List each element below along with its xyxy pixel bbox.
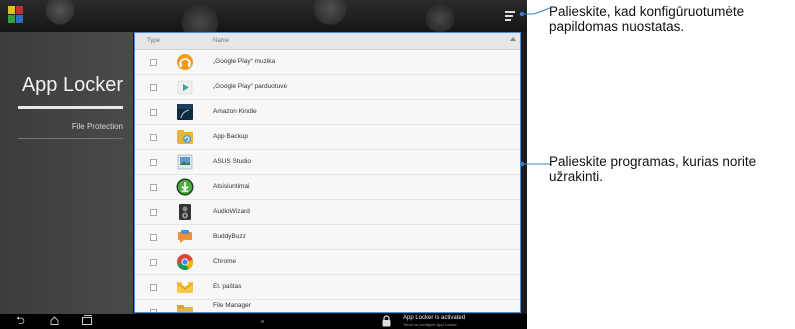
list-item[interactable]: „Google Play“ muzika — [135, 50, 520, 75]
sidebar-item-file-protection[interactable]: File Protection — [0, 122, 123, 131]
chrome-icon — [177, 254, 194, 270]
asus-studio-icon — [177, 154, 193, 170]
sort-arrow-icon[interactable] — [510, 37, 516, 41]
email-icon — [176, 280, 194, 293]
app-name: App Backup — [213, 133, 249, 140]
app-name: Amazon Kindle — [213, 108, 257, 115]
notification-title[interactable]: App Locker is activated — [403, 315, 465, 321]
list-item[interactable]: „Google Play“ parduotuvė — [135, 75, 520, 100]
back-icon[interactable]: ⮌ — [16, 314, 25, 329]
app-name: Chrome — [213, 258, 237, 265]
home-icon[interactable] — [50, 316, 59, 325]
lock-icon — [382, 315, 391, 327]
overflow-menu-icon[interactable] — [505, 11, 517, 21]
system-nav-bar: ⮌ App Locker is activated Touch to confi… — [0, 314, 527, 329]
list-header: Type Name — [135, 33, 520, 50]
column-header-type[interactable]: Type — [147, 38, 160, 44]
list-item[interactable]: File Manager — [135, 300, 520, 312]
checkbox[interactable] — [150, 234, 157, 241]
checkbox[interactable] — [150, 184, 157, 191]
sidebar: App Locker File Protection — [0, 32, 133, 314]
checkbox[interactable] — [150, 134, 157, 141]
checkbox[interactable] — [150, 109, 157, 116]
app-name: Atsisiuntimai — [213, 183, 250, 190]
app-name: BuddyBuzz — [213, 233, 246, 240]
play-store-icon — [177, 80, 193, 95]
callout-apps: Palieskite programas, kurias norite užra… — [549, 154, 757, 184]
app-list: Type Name „Google Play“ muzika „Google P… — [134, 32, 521, 313]
sidebar-item-app-locker[interactable]: App Locker — [0, 74, 123, 97]
app-locker-logo-icon — [8, 6, 24, 24]
checkbox[interactable] — [150, 59, 157, 66]
callout-settings: Palieskite, kad konfigūruotumėte papildo… — [549, 4, 745, 34]
action-bar — [0, 0, 527, 32]
app-name: AudioWizard — [213, 208, 250, 215]
list-item[interactable]: BuddyBuzz — [135, 225, 520, 250]
app-name: ASUS Studio — [213, 158, 251, 165]
list-item[interactable]: Atsisiuntimai — [135, 175, 520, 200]
list-item[interactable]: App Backup — [135, 125, 520, 150]
indicator-dot — [261, 320, 264, 323]
checkbox[interactable] — [150, 259, 157, 266]
file-manager-icon — [177, 305, 193, 312]
list-item[interactable]: El. paštas — [135, 275, 520, 300]
notification-subtitle[interactable]: Touch to configure App Locker — [403, 322, 457, 327]
app-backup-icon — [177, 130, 193, 144]
list-item[interactable]: Amazon Kindle — [135, 100, 520, 125]
kindle-icon — [177, 104, 193, 120]
callout-leader-line — [519, 161, 550, 167]
checkbox[interactable] — [150, 284, 157, 291]
app-name: File Manager — [213, 302, 251, 309]
app-name: El. paštas — [213, 283, 242, 290]
checkbox[interactable] — [150, 209, 157, 216]
column-header-name[interactable]: Name — [213, 38, 229, 44]
checkbox[interactable] — [150, 84, 157, 91]
callout-leader-line — [519, 7, 551, 17]
play-music-headphones-icon — [177, 54, 193, 70]
selected-indicator — [18, 106, 123, 109]
list-item[interactable]: Chrome — [135, 250, 520, 275]
recent-apps-icon[interactable] — [82, 315, 92, 325]
buddybuzz-icon — [178, 230, 192, 243]
list-item[interactable]: ASUS Studio — [135, 150, 520, 175]
app-name: „Google Play“ parduotuvė — [213, 83, 288, 90]
checkbox[interactable] — [150, 309, 157, 312]
list-item[interactable]: AudioWizard — [135, 200, 520, 225]
audiowizard-icon — [179, 204, 191, 220]
tablet-screen: App Locker File Protection Type Name „Go… — [0, 0, 527, 329]
app-name: „Google Play“ muzika — [213, 58, 276, 65]
checkbox[interactable] — [150, 159, 157, 166]
divider — [18, 138, 123, 139]
downloads-icon — [176, 178, 194, 196]
